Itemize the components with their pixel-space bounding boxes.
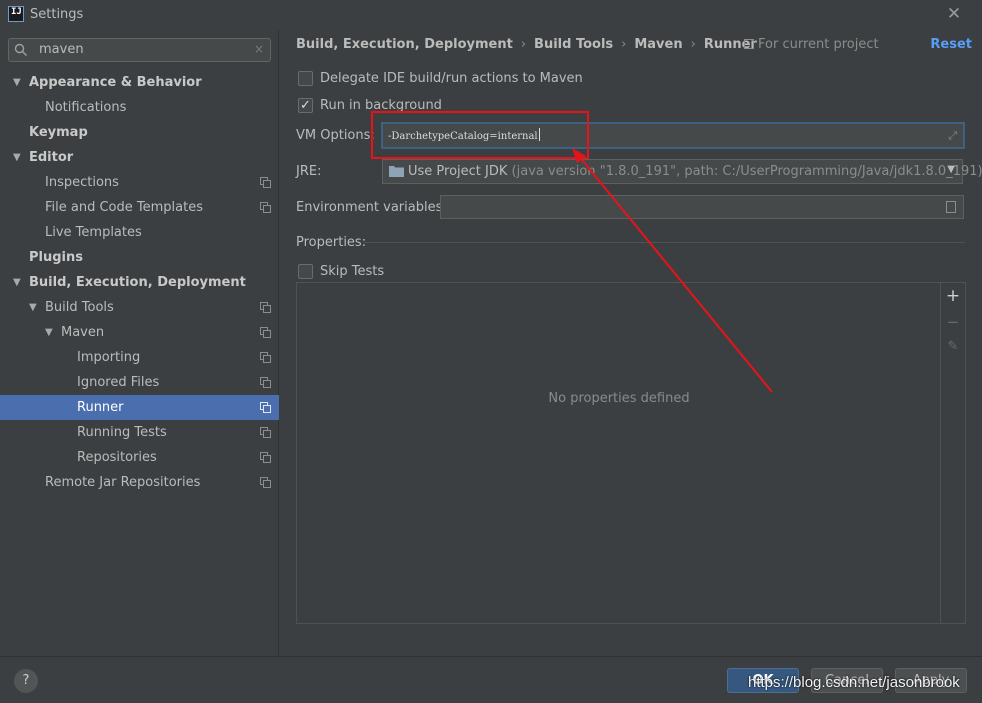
sidebar-item-label: Remote Jar Repositories <box>45 475 201 490</box>
edit-icon[interactable]: ✎ <box>945 339 961 355</box>
expand-icon[interactable]: ⤢ <box>948 129 957 143</box>
properties-divider <box>364 242 965 243</box>
sidebar-item-label: Notifications <box>45 100 127 115</box>
breadcrumb-separator: › <box>621 37 627 52</box>
environment-variables-label: Environment variables: <box>296 200 447 215</box>
sidebar-item-label: Repositories <box>77 450 157 465</box>
properties-empty-area: No properties defined <box>297 283 941 623</box>
jre-label: JRE: <box>296 164 322 179</box>
sidebar-item-label: Ignored Files <box>77 375 160 390</box>
checkbox-box[interactable] <box>298 97 313 115</box>
search-value: maven <box>39 42 84 57</box>
environment-variables-input[interactable] <box>440 195 964 219</box>
intellij-logo-icon: IJ <box>8 6 24 22</box>
breadcrumb-separator: › <box>520 37 527 52</box>
project-scope-icon <box>260 177 271 188</box>
sidebar-item-importing[interactable]: Importing <box>0 345 279 370</box>
sidebar-item-label: Appearance & Behavior <box>29 75 202 90</box>
sidebar-item-maven[interactable]: ▼ Maven <box>0 320 279 345</box>
breadcrumb-separator: › <box>690 37 696 52</box>
sidebar-item-running-tests[interactable]: Running Tests <box>0 420 279 445</box>
sidebar-item-label: Build Tools <box>45 300 114 315</box>
chevron-down-icon: ▼ <box>947 164 955 175</box>
settings-tree: ▼ Appearance & Behavior Notifications Keyma… <box>0 70 279 495</box>
sidebar-item-inspections[interactable]: Inspections <box>0 170 279 195</box>
reset-link[interactable]: Reset <box>930 37 972 52</box>
sidebar-item-label: Keymap <box>29 125 88 140</box>
expand-arrow-icon[interactable]: ▼ <box>45 320 53 345</box>
project-scope-icon <box>260 377 271 388</box>
sidebar-item-label: Live Templates <box>45 225 142 240</box>
checkbox-box[interactable] <box>298 71 313 86</box>
expand-arrow-icon[interactable]: ▼ <box>13 70 21 95</box>
breadcrumb-item: Build Tools <box>534 37 614 52</box>
checkbox-box[interactable] <box>298 264 313 279</box>
sidebar-item-label: Running Tests <box>77 425 167 440</box>
sidebar-item-label: Runner <box>77 400 124 415</box>
sidebar-item-repositories[interactable]: Repositories <box>0 445 279 470</box>
sidebar-item-label: Importing <box>77 350 141 365</box>
sidebar-item-ignored-files[interactable]: Ignored Files <box>0 370 279 395</box>
sidebar-item-label: Plugins <box>29 250 83 265</box>
add-icon[interactable]: + <box>945 288 961 305</box>
project-scope-icon <box>260 202 271 213</box>
project-scope-icon <box>260 302 271 313</box>
jre-select[interactable]: Use Project JDK (java version "1.8.0_191… <box>382 159 982 184</box>
expand-arrow-icon[interactable]: ▼ <box>13 145 21 170</box>
expand-arrow-icon[interactable]: ▼ <box>29 295 37 320</box>
sidebar-item-label: Inspections <box>45 175 119 190</box>
project-scope-icon <box>260 452 271 463</box>
jre-value: Use Project JDK <box>408 164 508 179</box>
breadcrumb: Build, Execution, Deployment › Build Tools… <box>296 37 757 52</box>
sidebar-item-build-tools[interactable]: ▼ Build Tools <box>0 295 279 320</box>
sidebar-item-label: Build, Execution, Deployment <box>29 275 246 290</box>
sidebar-item-label: Maven <box>61 325 105 340</box>
expand-arrow-icon[interactable]: ▼ <box>13 270 21 295</box>
project-scope-icon <box>260 352 271 363</box>
sidebar-item-keymap[interactable]: Keymap <box>0 120 279 145</box>
window-title: Settings <box>30 7 84 22</box>
sidebar-item-appearance-behavior[interactable]: ▼ Appearance & Behavior <box>0 70 279 95</box>
sidebar-item-notifications[interactable]: Notifications <box>0 95 279 120</box>
delegate-build-label: Delegate IDE build/run actions to Maven <box>320 71 583 86</box>
watermark-text: https://blog.csdn.net/jasonbrook <box>748 674 960 691</box>
project-scope-icon <box>260 327 271 338</box>
sidebar-item-live-templates[interactable]: Live Templates <box>0 220 279 245</box>
sidebar-item-label: File and Code Templates <box>45 200 203 215</box>
dialog-footer: ? OK Cancel Apply https://blog.csdn.net/… <box>0 656 982 703</box>
sidebar-item-build-execution-deployment[interactable]: ▼ Build, Execution, Deployment <box>0 270 279 295</box>
project-scope-icon <box>260 402 271 413</box>
sidebar-item-label: Editor <box>29 150 74 165</box>
folder-icon <box>389 166 404 177</box>
search-icon <box>14 43 27 56</box>
sidebar-item-file-and-code-templates[interactable]: File and Code Templates <box>0 195 279 220</box>
remove-icon[interactable]: − <box>945 314 961 330</box>
clear-search-icon[interactable]: × <box>254 42 264 56</box>
properties-table: No properties defined + − ✎ <box>296 282 966 624</box>
sidebar-item-plugins[interactable]: Plugins <box>0 245 279 270</box>
browse-document-icon[interactable] <box>946 201 956 213</box>
search-input[interactable]: maven × <box>8 38 271 62</box>
project-scope-icon <box>260 427 271 438</box>
close-icon[interactable]: ✕ <box>944 4 964 24</box>
settings-sidebar: maven × ▼ Appearance & Behavior Notificati… <box>0 30 279 656</box>
project-scope-icon <box>744 39 754 49</box>
properties-label: Properties: <box>296 235 367 250</box>
annotation-highlight-box <box>371 111 589 159</box>
properties-toolbar: + − ✎ <box>940 283 965 623</box>
help-button[interactable]: ? <box>14 669 38 693</box>
for-current-project-note: For current project <box>744 37 879 52</box>
no-properties-text: No properties defined <box>548 391 690 406</box>
breadcrumb-item: Build, Execution, Deployment <box>296 37 513 52</box>
title-bar: IJ Settings ✕ <box>0 0 982 30</box>
sidebar-item-remote-jar-repositories[interactable]: Remote Jar Repositories <box>0 470 279 495</box>
sidebar-item-runner[interactable]: Runner <box>0 395 279 420</box>
vm-options-label: VM Options: <box>296 128 375 143</box>
skip-tests-label: Skip Tests <box>320 264 385 279</box>
sidebar-item-editor[interactable]: ▼ Editor <box>0 145 279 170</box>
jre-description: (java version "1.8.0_191", path: C:/User… <box>511 164 982 179</box>
breadcrumb-item: Maven <box>634 37 683 52</box>
project-scope-icon <box>260 477 271 488</box>
